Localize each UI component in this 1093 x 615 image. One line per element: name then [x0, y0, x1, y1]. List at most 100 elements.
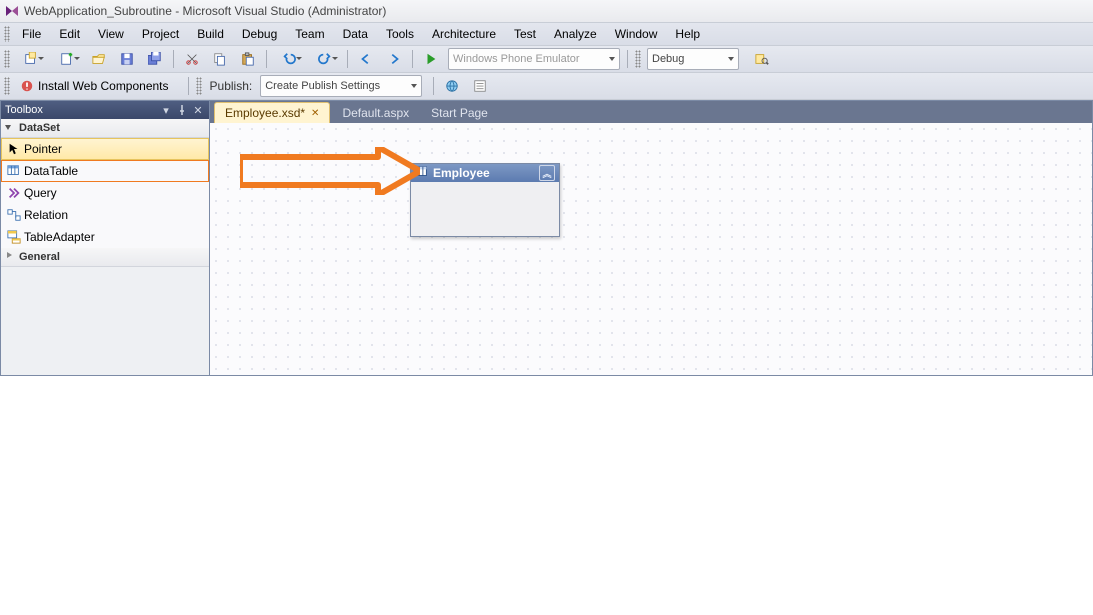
install-web-components-label: Install Web Components: [38, 79, 169, 93]
publish-profile-combo[interactable]: Create Publish Settings: [260, 75, 422, 97]
tab-label: Default.aspx: [342, 106, 409, 120]
menu-analyze[interactable]: Analyze: [546, 25, 605, 43]
toolbox-item-label: Query: [24, 186, 57, 200]
close-icon[interactable]: ✕: [191, 103, 205, 117]
category-label: General: [19, 251, 60, 263]
toolbar1-grip[interactable]: [4, 50, 10, 68]
toolbar1-grip2[interactable]: [635, 50, 641, 68]
toolbar-web: Install Web Components Publish: Create P…: [0, 73, 1093, 100]
datatable-name: Employee: [433, 166, 490, 180]
sep: [412, 50, 413, 68]
toolbox-item-tableadapter[interactable]: TableAdapter: [1, 226, 209, 248]
pointer-icon: [6, 141, 22, 157]
tab-start-page[interactable]: Start Page: [421, 103, 498, 123]
toolbox-category-general[interactable]: General: [1, 248, 209, 267]
toolbox-items: Pointer DataTable Query Relation TableAd…: [1, 138, 209, 248]
toolbox-category-dataset[interactable]: DataSet: [1, 119, 209, 138]
menu-test[interactable]: Test: [506, 25, 544, 43]
save-all-button[interactable]: [143, 47, 167, 71]
panel-dropdown-icon[interactable]: ▾: [159, 103, 173, 117]
toolbox-item-label: DataTable: [24, 164, 78, 178]
tab-label: Employee.xsd*: [225, 106, 305, 120]
titlebar: WebApplication_Subroutine - Microsoft Vi…: [0, 0, 1093, 23]
toolbar2-grip2[interactable]: [196, 77, 202, 95]
relation-icon: [6, 207, 22, 223]
menu-debug[interactable]: Debug: [234, 25, 285, 43]
menu-project[interactable]: Project: [134, 25, 187, 43]
open-button[interactable]: [87, 47, 111, 71]
publish-button[interactable]: [440, 74, 464, 98]
menu-team[interactable]: Team: [287, 25, 332, 43]
toolbox-title: Toolbox: [5, 104, 43, 116]
toolbar-standard: Windows Phone Emulator Debug: [0, 46, 1093, 73]
toolbox-header[interactable]: Toolbox ▾ ✕: [1, 101, 209, 119]
menubar-grip[interactable]: [4, 26, 10, 42]
debug-target-value: Windows Phone Emulator: [453, 53, 580, 65]
datatable-employee[interactable]: Employee ︽: [410, 163, 560, 237]
toolbox-item-label: TableAdapter: [24, 230, 95, 244]
datatable-icon: [6, 163, 22, 179]
nav-back-button[interactable]: [354, 47, 378, 71]
cut-button[interactable]: [180, 47, 204, 71]
sep: [347, 50, 348, 68]
start-debug-button[interactable]: [419, 47, 443, 71]
editor-area: Employee.xsd* ✕ Default.aspx Start Page …: [210, 100, 1093, 376]
pin-icon[interactable]: [175, 103, 189, 117]
dataset-designer-canvas[interactable]: Employee ︽: [210, 123, 1092, 375]
datatable-body[interactable]: [411, 182, 559, 236]
publish-settings-button[interactable]: [468, 74, 492, 98]
toolbox-item-query[interactable]: Query: [1, 182, 209, 204]
menu-build[interactable]: Build: [189, 25, 232, 43]
document-tabstrip: Employee.xsd* ✕ Default.aspx Start Page: [210, 101, 1092, 123]
category-label: DataSet: [19, 122, 60, 134]
menu-view[interactable]: View: [90, 25, 132, 43]
nav-fwd-button[interactable]: [382, 47, 406, 71]
menubar: File Edit View Project Build Debug Team …: [0, 23, 1093, 46]
tab-default-aspx[interactable]: Default.aspx: [332, 103, 419, 123]
close-tab-icon[interactable]: ✕: [311, 108, 319, 119]
new-project-button[interactable]: [15, 47, 47, 71]
publish-profile-value: Create Publish Settings: [265, 80, 380, 92]
tab-employee-xsd[interactable]: Employee.xsd* ✕: [214, 102, 330, 123]
tableadapter-icon: [6, 229, 22, 245]
solution-config-combo[interactable]: Debug: [647, 48, 739, 70]
install-web-components-button[interactable]: Install Web Components: [15, 74, 174, 98]
copy-button[interactable]: [208, 47, 232, 71]
menu-tools[interactable]: Tools: [378, 25, 422, 43]
toolbox-item-datatable[interactable]: DataTable: [1, 160, 209, 182]
collapse-icon[interactable]: ︽: [539, 165, 555, 181]
debug-target-combo[interactable]: Windows Phone Emulator: [448, 48, 620, 70]
add-item-button[interactable]: [51, 47, 83, 71]
menu-architecture[interactable]: Architecture: [424, 25, 504, 43]
undo-button[interactable]: [273, 47, 305, 71]
window-title: WebApplication_Subroutine - Microsoft Vi…: [24, 4, 386, 18]
datatable-header[interactable]: Employee ︽: [411, 164, 559, 182]
toolbox-item-pointer[interactable]: Pointer: [1, 138, 209, 160]
find-in-files-button[interactable]: [750, 47, 774, 71]
expand-icon: [5, 252, 15, 262]
redo-button[interactable]: [309, 47, 341, 71]
query-icon: [6, 185, 22, 201]
menu-edit[interactable]: Edit: [51, 25, 88, 43]
menu-window[interactable]: Window: [607, 25, 666, 43]
sep: [188, 77, 189, 95]
datatable-header-icon: [415, 165, 429, 182]
toolbox-empty: [1, 267, 209, 375]
save-button[interactable]: [115, 47, 139, 71]
publish-label: Publish:: [210, 79, 253, 93]
tab-label: Start Page: [431, 106, 488, 120]
menu-data[interactable]: Data: [335, 25, 376, 43]
sep: [266, 50, 267, 68]
paste-button[interactable]: [236, 47, 260, 71]
expand-icon: [5, 123, 15, 133]
toolbar2-grip[interactable]: [4, 77, 10, 95]
sep: [627, 50, 628, 68]
sep: [173, 50, 174, 68]
sep: [433, 77, 434, 95]
toolbox-item-relation[interactable]: Relation: [1, 204, 209, 226]
toolbox-item-label: Pointer: [24, 142, 62, 156]
annotation-arrow-icon: [240, 147, 420, 195]
menu-file[interactable]: File: [14, 25, 49, 43]
vs-logo-icon: [4, 3, 20, 19]
menu-help[interactable]: Help: [667, 25, 708, 43]
